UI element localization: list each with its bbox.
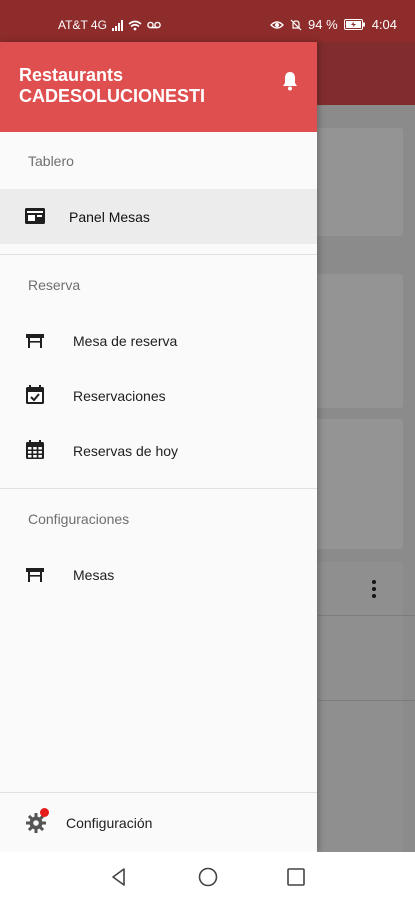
drawer-item-label: Mesa de reserva	[73, 332, 178, 349]
drawer-footer-configuracion[interactable]: Configuración	[0, 792, 317, 852]
section-label-reserva: Reserva	[28, 277, 81, 293]
calendar-check-icon	[26, 385, 44, 404]
status-bar: AT&T 4G 94 % 4:04	[0, 0, 415, 42]
voicemail-icon	[147, 21, 161, 29]
calendar-grid-icon	[26, 440, 44, 459]
section-divider	[0, 488, 317, 489]
home-icon[interactable]	[197, 866, 219, 888]
drawer-item-label: Panel Mesas	[69, 208, 150, 225]
footer-label: Configuración	[66, 815, 153, 831]
drawer-title: Restaurants CADESOLUCIONESTI	[19, 65, 205, 107]
clock: 4:04	[371, 17, 397, 32]
dashboard-panel-icon	[25, 208, 45, 224]
eye-icon	[270, 20, 284, 29]
section-divider	[0, 254, 317, 255]
table-icon	[26, 568, 44, 582]
drawer-item-reservas-de-hoy[interactable]: Reservas de hoy	[0, 423, 317, 478]
drawer-item-mesas[interactable]: Mesas	[0, 547, 317, 602]
wifi-icon	[128, 20, 142, 30]
navigation-drawer: Restaurants CADESOLUCIONESTI Tablero Pan…	[0, 42, 317, 852]
notification-dot	[40, 808, 49, 817]
system-nav-bar	[0, 852, 415, 900]
status-right: 94 % 4:04	[270, 17, 397, 32]
status-left: AT&T 4G	[58, 18, 161, 32]
drawer-item-label: Reservas de hoy	[73, 442, 179, 459]
drawer-item-reservaciones[interactable]: Reservaciones	[0, 368, 317, 423]
drawer-item-panel-mesas[interactable]: Panel Mesas	[0, 189, 317, 244]
company-name: CADESOLUCIONESTI	[19, 86, 206, 106]
recents-icon[interactable]	[285, 866, 307, 888]
bell-icon[interactable]	[278, 69, 302, 93]
drawer-item-label: Mesas	[73, 566, 115, 583]
drawer-item-label: Reservaciones	[73, 387, 166, 404]
back-icon[interactable]	[108, 866, 130, 888]
section-label-tablero: Tablero	[28, 153, 74, 169]
app-name: Restaurants	[19, 65, 124, 85]
table-icon	[26, 334, 44, 348]
battery-charging-icon	[343, 19, 365, 30]
battery-percent: 94 %	[308, 17, 338, 32]
drawer-item-mesa-de-reserva[interactable]: Mesa de reserva	[0, 313, 317, 368]
signal-icon	[111, 19, 123, 31]
drawer-header: Restaurants CADESOLUCIONESTI	[0, 42, 317, 132]
section-label-configuraciones: Configuraciones	[28, 511, 130, 527]
carrier-label: AT&T 4G	[58, 18, 107, 32]
do-not-disturb-icon	[290, 19, 302, 30]
